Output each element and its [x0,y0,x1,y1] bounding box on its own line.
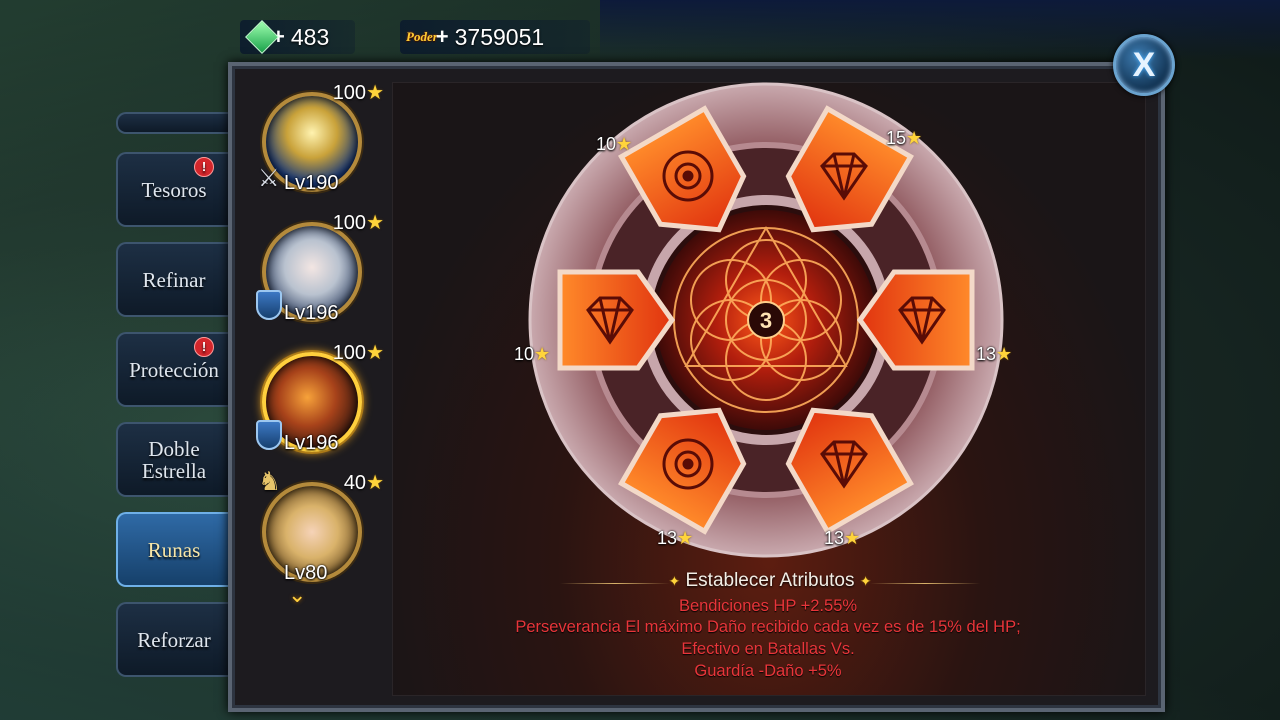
star-icon: ★ [996,344,1013,364]
tab-label: Doble Estrella [141,436,207,483]
tab-refinar[interactable]: Refinar [116,242,230,317]
hero-level: Lv190 [284,172,339,194]
horse-icon: ♞ [258,466,282,496]
attributes-title-text: Establecer Atributos [685,570,855,591]
star-icon: ★ [616,134,633,154]
power-label: Poder [406,29,438,44]
attribute-line: Perseverancia El máximo Daño recibido ca… [515,618,1021,636]
power-bar: Poder + 3759051 [400,20,590,54]
rune-star-count: 15 [886,128,907,148]
power-plus-icon: + [435,24,449,49]
crossed-swords-icon: ⚔ [258,165,280,192]
hero-stars: 40★ [344,470,384,495]
title-ornament-right-icon: ✦ [859,573,872,589]
power-value: 3759051 [454,23,545,50]
hero-star-count: 100 [332,82,367,104]
attributes-title: ✦ Establecer Atributos ✦ [560,570,980,592]
tab-runas[interactable]: Runas [116,512,230,587]
title-ornament-left-icon: ✦ [668,573,681,589]
shield-icon [256,420,282,450]
tab-protección[interactable]: Protección! [116,332,230,407]
rune-star-count: 13 [824,528,845,548]
rune-star-count: 13 [976,344,997,364]
gems-bar[interactable]: + 483 [240,20,355,54]
chevron-down-icon[interactable]: ⌄ [288,582,306,608]
rune-star-count: 10 [596,134,617,154]
hero-level: Lv196 [284,432,339,454]
star-icon: ★ [677,528,694,548]
tab-label: Refinar [142,267,206,292]
hero-star-count: 100 [332,342,367,364]
star-icon: ★ [844,528,861,548]
gems-value: 483 [290,23,330,50]
rune-star-label: 13★ [657,528,693,549]
attribute-line: Bendiciones HP +2.55% [678,597,858,615]
tab-stub [116,112,230,134]
hero-slot[interactable]: 40★ ♞ Lv80 ⌄ [256,466,384,607]
hero-stars: 100★ [333,340,384,365]
hero-stars: 100★ [333,80,384,105]
tab-label: Reforzar [137,627,211,652]
rune-star-label: 15★ [886,128,922,149]
rune-star-label: 10★ [596,134,632,155]
rune-star-label: 13★ [824,528,860,549]
star-icon: ★ [366,212,384,234]
tab-label: Tesoros [141,177,207,202]
shield-icon [256,290,282,320]
rune-core-level: 3 [760,308,772,333]
alert-badge-icon: ! [194,157,214,177]
attribute-line: Efectivo en Batallas Vs. [681,640,855,658]
attribute-line: Guardía -Daño +5% [694,662,842,680]
tab-reforzar[interactable]: Reforzar [116,602,230,677]
rune-star-label: 10★ [514,344,550,365]
star-icon: ★ [366,82,384,104]
hero-slot[interactable]: 100★ Lv196 [256,340,384,465]
star-icon: ★ [534,344,551,364]
star-icon: ★ [906,128,923,148]
tab-label: Protección [129,357,219,382]
star-icon: ★ [366,342,384,364]
star-icon: ★ [366,472,384,494]
background-night-sky [600,0,1280,60]
rune-star-count: 13 [657,528,678,548]
close-button[interactable]: X [1113,34,1175,96]
alert-badge-icon: ! [194,337,214,357]
hero-stars: 100★ [333,210,384,235]
hero-slot[interactable]: 100★ ⚔ Lv190 [256,80,384,205]
tab-doble-estrella[interactable]: Doble Estrella [116,422,230,497]
hero-star-count: 100 [332,212,367,234]
rune-star-label: 13★ [976,344,1012,365]
tab-label: Runas [147,537,201,562]
rune-wheel: 3 [528,82,1004,558]
tab-tesoros[interactable]: Tesoros! [116,152,230,227]
rune-star-count: 10 [514,344,535,364]
hero-star-count: 40 [343,472,367,494]
hero-slot[interactable]: 100★ Lv196 [256,210,384,335]
hero-level: Lv196 [284,302,339,324]
